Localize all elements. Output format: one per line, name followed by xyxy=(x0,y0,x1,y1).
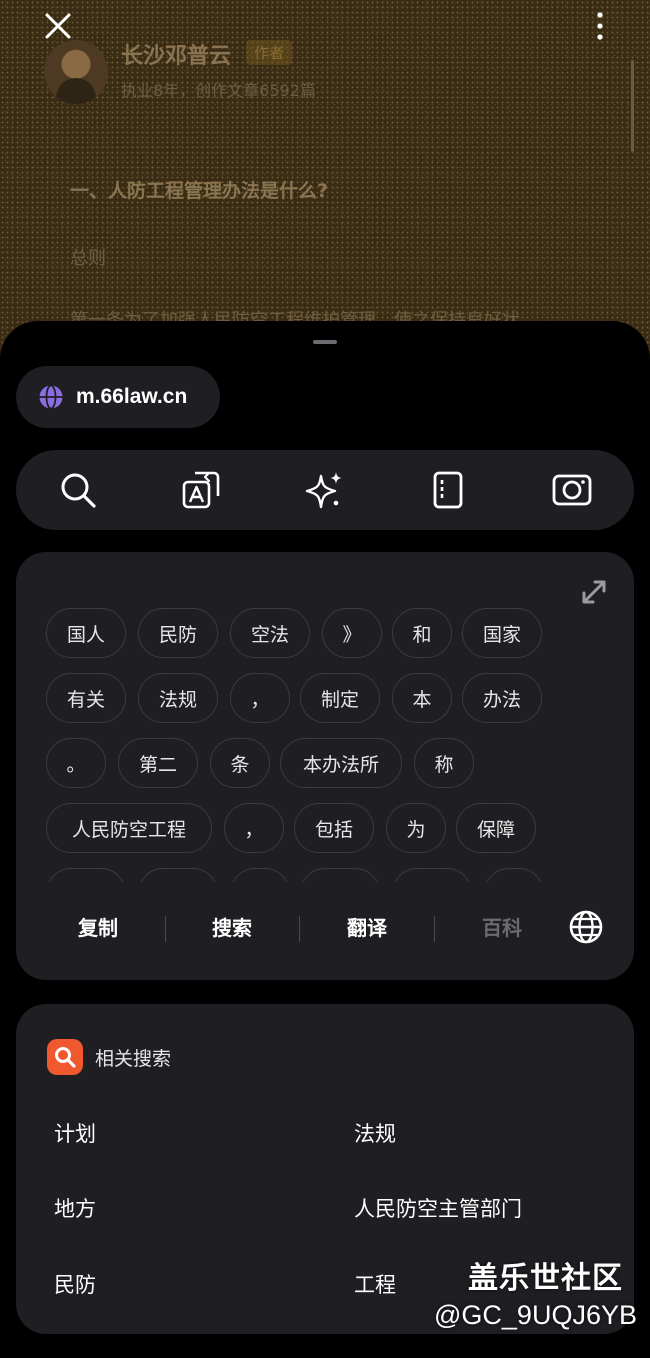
word-chip[interactable]: 空法 xyxy=(230,608,310,658)
expand-icon[interactable] xyxy=(580,578,608,606)
translate-icon[interactable] xyxy=(181,470,221,510)
word-chip[interactable]: 本 xyxy=(392,673,452,723)
divider xyxy=(434,916,435,942)
watermark-title: 盖乐世社区 xyxy=(468,1261,623,1296)
word-chip[interactable]: 为 xyxy=(386,803,446,853)
related-keyword[interactable]: 人民防空主管部门 xyxy=(354,1193,522,1223)
notes-icon[interactable] xyxy=(428,470,468,510)
translate-button[interactable]: 翻译 xyxy=(317,896,417,956)
drag-handle[interactable] xyxy=(313,340,337,344)
word-chip[interactable]: 与 xyxy=(230,868,290,882)
word-chip[interactable]: 民防 xyxy=(138,608,218,658)
word-chip[interactable]: 人民防空工程 xyxy=(46,803,212,853)
scrollbar xyxy=(631,60,634,152)
related-search-icon xyxy=(47,1039,83,1075)
more-menu-icon[interactable] xyxy=(592,10,608,42)
text-selection-card: 国人 民防 空法 》 和 国家 有关 法规 ， 制定 本 办法 。 第二 条 本… xyxy=(16,552,634,980)
author-name: 长沙邓普云 xyxy=(121,44,232,69)
word-chip[interactable]: 国人 xyxy=(46,608,126,658)
word-chip[interactable] xyxy=(484,868,544,882)
related-keyword[interactable]: 法规 xyxy=(354,1118,396,1148)
ai-sparkle-icon[interactable] xyxy=(305,470,345,510)
word-chip[interactable]: 办法 xyxy=(462,673,542,723)
word-chip[interactable]: ， xyxy=(224,803,284,853)
word-chip[interactable]: 战时 xyxy=(46,868,126,882)
url-text: m.66law.cn xyxy=(76,385,188,408)
related-keyword[interactable]: 民防 xyxy=(54,1269,96,1299)
word-chip[interactable]: 法规 xyxy=(138,673,218,723)
copy-button[interactable]: 复制 xyxy=(48,896,148,956)
watermark-user-id: @GC_9UQJ6YB xyxy=(434,1300,637,1330)
word-chip[interactable]: 掩蔽 xyxy=(392,868,472,882)
word-chip[interactable]: 和 xyxy=(392,608,452,658)
language-globe-icon[interactable] xyxy=(569,910,603,944)
word-chip[interactable]: 制定 xyxy=(300,673,380,723)
related-keyword[interactable]: 计划 xyxy=(54,1118,96,1148)
article-subheading: 总则 xyxy=(70,248,106,269)
url-pill[interactable]: m.66law.cn xyxy=(16,366,220,428)
screenshot-icon[interactable] xyxy=(552,470,592,510)
search-button[interactable]: 搜索 xyxy=(182,896,282,956)
word-chip[interactable]: 有关 xyxy=(46,673,126,723)
word-chip[interactable]: ， xyxy=(230,673,290,723)
article-background: 长沙邓普云 作者 执业8年，创作文章6592篇 一、人防工程管理办法是什么? 总… xyxy=(0,0,650,360)
divider xyxy=(299,916,300,942)
author-meta: 执业8年，创作文章6592篇 xyxy=(121,81,316,100)
word-chip[interactable]: 本办法所 xyxy=(280,738,402,788)
word-chip[interactable]: 国家 xyxy=(462,608,542,658)
encyclopedia-button[interactable]: 百科 xyxy=(452,896,552,956)
article-heading: 一、人防工程管理办法是什么? xyxy=(70,180,329,202)
word-chip[interactable]: 。 xyxy=(46,738,106,788)
tool-bar xyxy=(16,450,634,530)
word-chip[interactable]: 物资 xyxy=(300,868,380,882)
globe-icon xyxy=(39,384,63,410)
related-search-title: 相关搜索 xyxy=(95,1048,172,1070)
related-keyword[interactable]: 工程 xyxy=(354,1269,396,1299)
word-chip[interactable]: 人员 xyxy=(138,868,218,882)
related-keyword[interactable]: 地方 xyxy=(54,1193,96,1223)
search-icon[interactable] xyxy=(58,470,98,510)
word-chip[interactable]: 保障 xyxy=(456,803,536,853)
avatar xyxy=(44,40,108,104)
word-chip[interactable]: 称 xyxy=(414,738,474,788)
text-actions: 复制 搜索 翻译 百科 xyxy=(16,896,634,956)
word-chip[interactable]: 第二 xyxy=(118,738,198,788)
author-badge: 作者 xyxy=(246,40,293,65)
word-chip[interactable]: 包括 xyxy=(294,803,374,853)
text-action-sheet: m.66law.cn 国人 民防 空法 》 和 国家 有关 法规 ， 制定 本 … xyxy=(0,321,650,1358)
close-icon[interactable] xyxy=(40,8,76,44)
magnifier-icon xyxy=(55,1047,76,1068)
word-chips: 国人 民防 空法 》 和 国家 有关 法规 ， 制定 本 办法 。 第二 条 本… xyxy=(46,608,606,882)
word-chip[interactable]: 条 xyxy=(210,738,270,788)
divider xyxy=(165,916,166,942)
word-chip[interactable]: 》 xyxy=(322,608,382,658)
